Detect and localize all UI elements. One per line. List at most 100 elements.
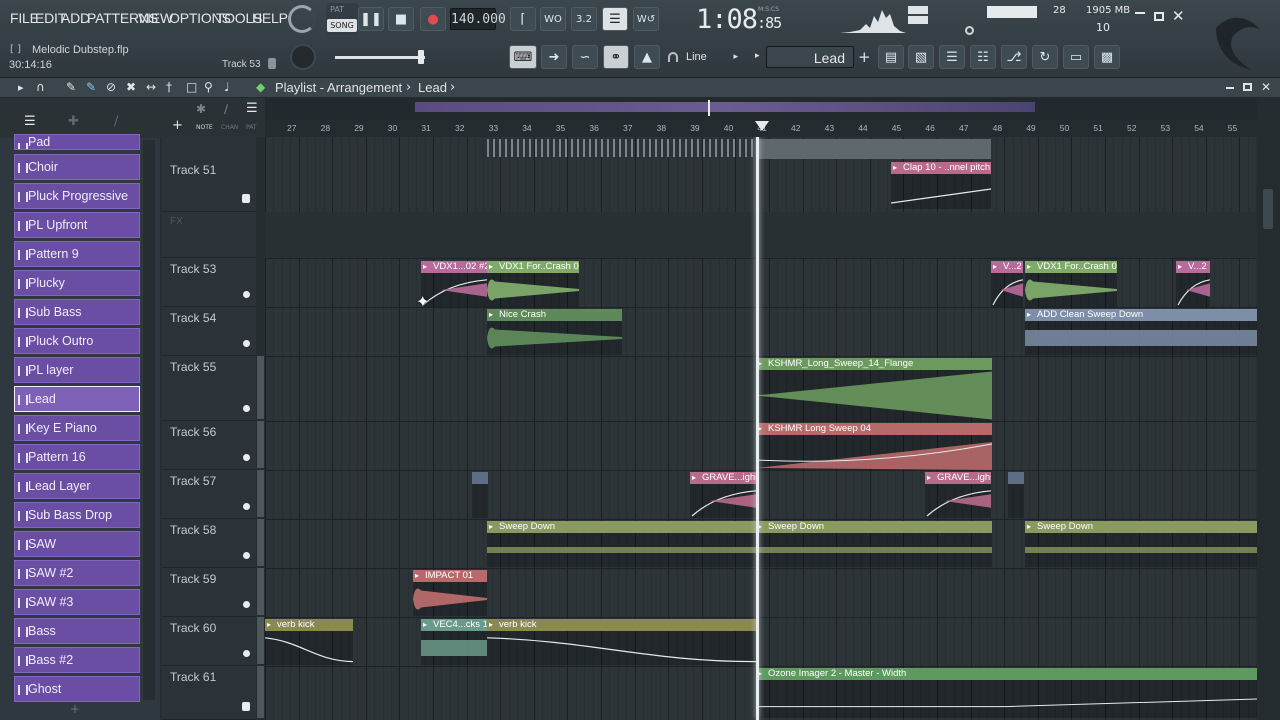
clip[interactable]: Ozone Imager 2 - Master - Width <box>756 668 1257 718</box>
undo-history-button[interactable]: ↻ <box>1032 45 1058 69</box>
delete-icon[interactable]: ⊘ <box>106 80 116 94</box>
select-icon[interactable]: □ <box>186 80 197 94</box>
pitch-knob[interactable] <box>290 44 316 70</box>
metronome-button[interactable]: ⌈ <box>510 7 536 31</box>
clip[interactable]: IMPACT 01 <box>413 570 487 616</box>
track-header[interactable]: Track 60 <box>162 617 264 666</box>
scroll-thumb[interactable] <box>1263 189 1273 229</box>
pencil-icon[interactable]: ✎ <box>66 80 76 94</box>
channel-rack-button[interactable]: ☰ <box>939 45 965 69</box>
tempo-display[interactable]: 140.000 <box>450 8 506 30</box>
clip[interactable]: V...2 <box>1176 261 1210 307</box>
song-mode-button[interactable]: SONG <box>327 19 357 32</box>
pattern-item[interactable]: PL layer <box>14 357 140 383</box>
master-volume-knob[interactable] <box>288 5 316 33</box>
pattern-item[interactable]: Choir <box>14 154 140 180</box>
clip[interactable]: Nice Crash <box>487 309 622 355</box>
track-header[interactable]: Track 56 <box>162 421 264 470</box>
playhead-marker[interactable] <box>755 121 769 131</box>
track-mute-indicator[interactable] <box>242 702 250 711</box>
link-tool-button[interactable]: ⚭ <box>603 45 629 69</box>
loop-record-button[interactable]: W↺ <box>633 7 659 31</box>
play-arrow-icon[interactable]: ▸ <box>18 81 24 94</box>
track-mute-indicator[interactable] <box>243 552 250 559</box>
note-tab[interactable]: NOTE <box>196 124 213 131</box>
playlist-scrollbar[interactable] <box>1257 119 1280 720</box>
slip-icon[interactable]: ↔ <box>146 80 156 94</box>
pattern-item[interactable]: Key E Piano <box>14 415 140 441</box>
audio-mode-icon[interactable]: ∕ <box>114 114 118 129</box>
automation-mode-icon[interactable]: ✚ <box>68 114 79 129</box>
track-header[interactable]: Track 59 <box>162 568 264 617</box>
track-header[interactable]: Track 51 <box>162 137 256 212</box>
pat-label[interactable]: PAT <box>330 5 344 14</box>
chan-tab[interactable]: CHAN <box>221 124 238 131</box>
pattern-item[interactable]: Pad <box>14 134 140 150</box>
clip[interactable]: VDX1 For..Crash 02 <box>1025 261 1117 307</box>
wait-input-button[interactable]: WO <box>540 7 566 31</box>
clip[interactable]: VDX1...02 #2 <box>421 261 487 307</box>
track-header[interactable]: Track 55 <box>162 356 264 421</box>
mute-icon[interactable]: ✖ <box>126 80 136 94</box>
playlist-maximize-icon[interactable] <box>1243 83 1252 91</box>
pattern-item[interactable]: Lead <box>14 386 140 412</box>
clip[interactable]: verb kick <box>265 619 353 665</box>
clip[interactable]: KSHMR Long Sweep 04 <box>756 423 992 470</box>
arrow-tool-button[interactable]: ➜ <box>541 45 567 69</box>
playlist-button[interactable]: ▤ <box>878 45 904 69</box>
current-channel-display[interactable]: Lead <box>766 46 854 68</box>
track-mute-indicator[interactable] <box>243 650 250 657</box>
track-header[interactable]: Track 61 <box>162 666 264 720</box>
pattern-item[interactable]: Bass #2 <box>14 647 140 673</box>
curve-tool-button[interactable]: ∽ <box>572 45 598 69</box>
pattern-item[interactable]: Pluck Outro <box>14 328 140 354</box>
close-icon[interactable]: ✕ <box>1172 9 1185 24</box>
clip[interactable]: V...2 <box>991 261 1023 307</box>
playlist-pattern[interactable]: Lead <box>418 80 447 95</box>
small-automation-clip[interactable] <box>1008 472 1024 518</box>
track-header[interactable]: Track 53 <box>162 258 256 307</box>
track-mute-indicator[interactable] <box>243 454 250 461</box>
track-header[interactable]: Track 58 <box>162 519 264 568</box>
track-header[interactable]: Track 57 <box>162 470 264 519</box>
track-header[interactable]: FX <box>162 212 256 258</box>
track-mute-indicator[interactable] <box>243 340 250 347</box>
pattern-mode-icon[interactable]: ☰ <box>24 114 36 129</box>
save-button[interactable]: ▩ <box>1094 45 1120 69</box>
slice-icon[interactable]: † <box>166 80 172 94</box>
add-track-button[interactable]: + <box>172 118 183 133</box>
clip[interactable]: Sweep Down <box>487 521 756 567</box>
mixer-button[interactable]: ☷ <box>970 45 996 69</box>
stop-button[interactable]: ■ <box>388 7 414 31</box>
step-edit-button[interactable]: ☰ <box>602 7 628 31</box>
stamp-tool-button[interactable]: ▲ <box>634 45 660 69</box>
pattern-item[interactable]: Pluck Progressive <box>14 183 140 209</box>
clip[interactable]: KSHMR_Long_Sweep_14_Flange <box>756 358 992 421</box>
minimize-icon[interactable] <box>1135 12 1145 14</box>
clip[interactable]: ADD Clean Sweep Down <box>1025 309 1257 355</box>
clip[interactable]: Sweep Down <box>1025 521 1257 567</box>
pattern-item[interactable]: Pattern 9 <box>14 241 140 267</box>
zoom-icon[interactable]: ⚲ <box>204 80 213 94</box>
pattern-item[interactable]: Pattern 16 <box>14 444 140 470</box>
clip[interactable]: GRAVE...ighs <box>690 472 756 518</box>
pattern-button-icon[interactable]: ☰ <box>246 101 258 116</box>
master-volume-slider[interactable] <box>335 56 425 59</box>
track-mute-indicator[interactable] <box>243 503 250 510</box>
paint-icon[interactable]: ✎ <box>86 80 96 94</box>
play-button[interactable]: ❚❚ <box>358 7 384 31</box>
countdown-button[interactable]: 3.2 <box>571 7 597 31</box>
magnet-icon[interactable] <box>668 52 678 62</box>
picker-scrollbar[interactable] <box>143 140 155 700</box>
clip[interactable]: Clap 10 - ..nnel pitch <box>891 162 991 209</box>
track-mute-indicator[interactable] <box>243 405 250 412</box>
playlist-grid[interactable]: Clap 10 - ..nnel pitch VDX1...02 #2 VDX1 F… <box>265 137 1257 720</box>
restore-icon[interactable] <box>1154 12 1164 21</box>
track-mute-indicator[interactable] <box>243 291 250 298</box>
track-mute-indicator[interactable] <box>242 194 250 203</box>
playlist-view-button[interactable]: ⌨ <box>509 45 537 69</box>
browser-button[interactable]: ⎇ <box>1001 45 1027 69</box>
pattern-item[interactable]: SAW #2 <box>14 560 140 586</box>
clip[interactable]: verb kick <box>487 619 756 665</box>
clip[interactable]: Sweep Down <box>756 521 992 567</box>
